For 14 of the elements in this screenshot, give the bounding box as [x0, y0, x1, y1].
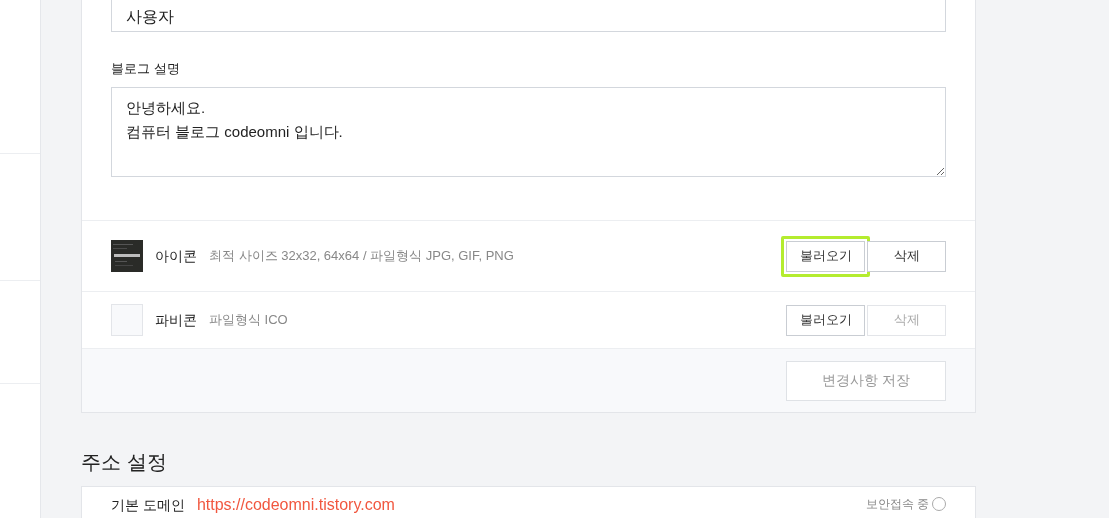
name-field[interactable]: 사용자: [111, 0, 946, 32]
field-label: 블로그 설명: [111, 60, 180, 78]
delete-button[interactable]: 삭제: [867, 240, 946, 272]
row-hint: 최적 사이즈 32x32, 64x64 / 파일형식 JPG, GIF, PNG: [209, 247, 514, 266]
section-title: 주소 설정: [81, 450, 167, 475]
image-placeholder: [111, 304, 143, 336]
description-field[interactable]: 안녕하세요. 컴퓨터 블로그 codeomni 입니다.: [111, 87, 946, 177]
row-hint: 파일형식 ICO: [209, 311, 288, 330]
row-title: 파비콘: [155, 310, 197, 330]
load-button[interactable]: 불러오기: [786, 240, 865, 272]
row-title: 아이콘: [155, 246, 197, 266]
secure-label: 보안접속 중: [865, 496, 929, 513]
field-label: 기본 도메인: [111, 496, 185, 515]
load-button[interactable]: 불러오기: [786, 304, 865, 336]
